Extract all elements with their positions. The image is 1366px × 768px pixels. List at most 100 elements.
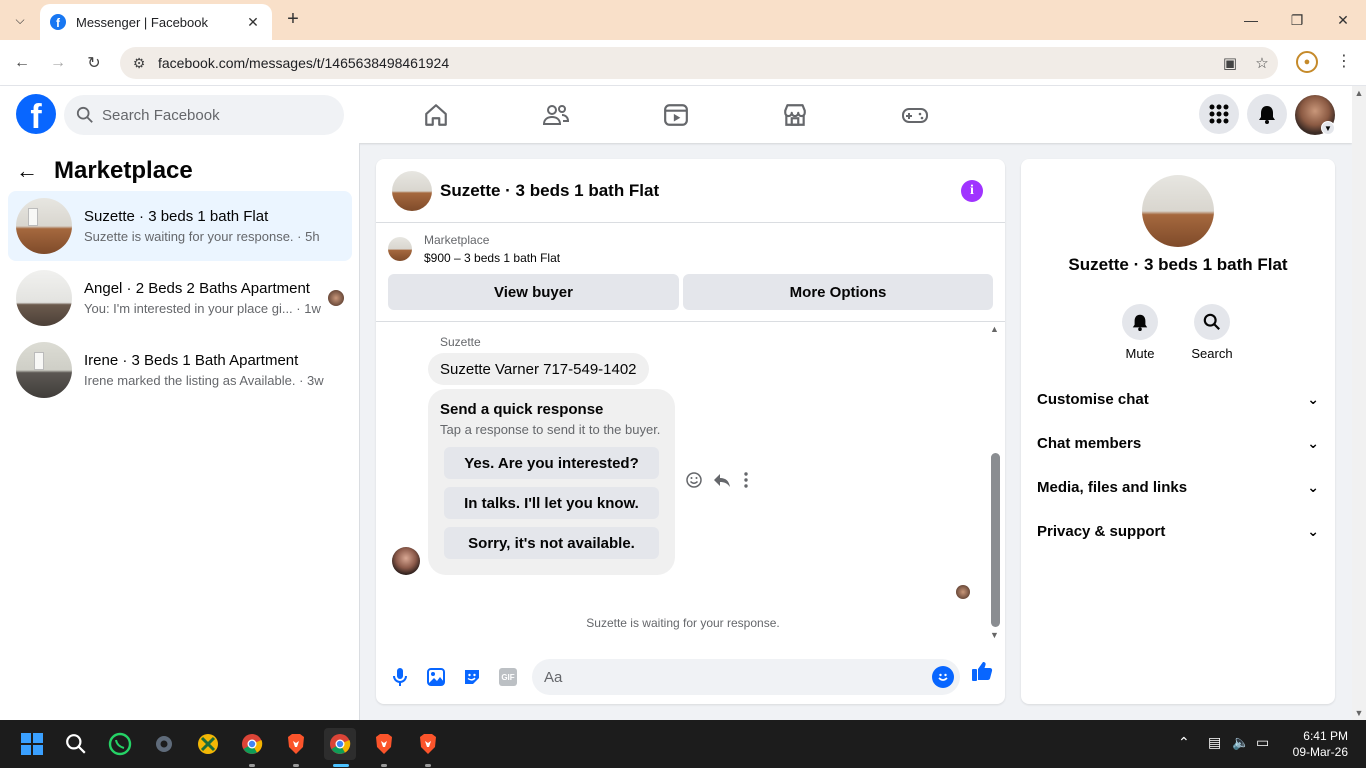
listing-thumbnail (388, 237, 412, 261)
chat-avatar[interactable] (392, 170, 432, 211)
more-vertical-icon[interactable] (741, 471, 751, 489)
quick-reply-button[interactable]: Sorry, it's not available. (444, 527, 659, 559)
scroll-down-arrow-icon[interactable]: ▼ (990, 630, 999, 640)
conversation-item[interactable]: Suzette · 3 beds 1 bath Flat Suzette is … (8, 191, 352, 261)
notifications-button[interactable] (1247, 94, 1287, 134)
brave-taskbar-icon[interactable] (368, 728, 400, 760)
reply-icon[interactable] (713, 471, 731, 489)
quick-response-title: Send a quick response (440, 401, 604, 418)
install-app-icon[interactable]: ▣ (1214, 54, 1246, 72)
site-info-icon[interactable]: ⚙ (120, 55, 158, 72)
gif-icon: GIF (499, 668, 517, 686)
chat-scrollbar[interactable] (991, 453, 1000, 627)
settings-taskbar-icon[interactable] (148, 728, 180, 760)
listing-summary[interactable]: Marketplace $900 – 3 beds 1 bath Flat (388, 233, 560, 265)
view-buyer-button[interactable]: View buyer (388, 274, 679, 310)
chrome-taskbar-icon[interactable] (236, 728, 268, 760)
media-files-links-section[interactable]: Media, files and links ⌄ (1037, 473, 1319, 501)
search-box[interactable] (64, 95, 344, 135)
start-button[interactable] (16, 728, 48, 760)
conversation-item[interactable]: Irene · 3 Beds 1 Bath Apartment Irene ma… (8, 335, 352, 405)
brave-taskbar-icon[interactable] (412, 728, 444, 760)
chat-members-section[interactable]: Chat members ⌄ (1037, 429, 1319, 457)
status-text: Suzette is waiting for your response. (586, 616, 780, 630)
new-tab-button[interactable]: + (282, 8, 304, 32)
close-tab-icon[interactable]: ✕ (244, 14, 262, 31)
browser-tab-messenger[interactable]: f Messenger | Facebook ✕ (40, 4, 272, 40)
facebook-logo-icon[interactable]: f (16, 94, 56, 134)
search-in-chat-button[interactable]: Search (1182, 304, 1242, 361)
search-input[interactable] (102, 106, 322, 124)
search-label: Search (1191, 346, 1233, 361)
gif-button[interactable]: GIF (490, 659, 526, 695)
chat-header: Suzette · 3 beds 1 bath Flat i (376, 159, 1005, 223)
nav-friends[interactable] (526, 86, 586, 143)
scroll-up-arrow-icon[interactable]: ▲ (1352, 88, 1366, 98)
tab-search-dropdown-icon[interactable]: ⌵ (8, 8, 32, 32)
voice-clip-button[interactable] (382, 659, 418, 695)
nav-gaming[interactable] (885, 86, 945, 143)
chat-title[interactable]: Suzette · 3 beds 1 bath Flat (440, 181, 961, 201)
close-window-button[interactable]: ✕ (1320, 0, 1366, 40)
scroll-down-arrow-icon[interactable]: ▼ (1352, 708, 1366, 718)
details-name: Suzette · 3 beds 1 bath Flat (1068, 255, 1288, 274)
active-indicator (333, 764, 349, 767)
menu-button[interactable] (1199, 94, 1239, 134)
seen-avatar (328, 290, 344, 306)
bell-icon (1259, 106, 1275, 124)
nav-marketplace[interactable] (765, 86, 825, 143)
conversation-name: Angel · 2 Beds 2 Baths Apartment (84, 280, 310, 297)
message-bubble[interactable]: Suzette Varner 717-549-1402 (428, 353, 649, 385)
conversation-name: Irene · 3 Beds 1 Bath Apartment (84, 352, 299, 369)
minimize-window-button[interactable]: — (1228, 0, 1274, 40)
customise-chat-section[interactable]: Customise chat ⌄ (1037, 385, 1319, 413)
browser-menu-icon[interactable]: ⋮ (1334, 51, 1354, 75)
back-button[interactable]: ← (10, 51, 34, 75)
attach-photo-button[interactable] (418, 659, 454, 695)
restore-window-button[interactable]: ❐ (1274, 0, 1320, 40)
listing-avatar[interactable] (1142, 175, 1214, 247)
browser-profile-icon[interactable]: ● (1296, 51, 1318, 73)
mute-button[interactable]: Mute (1110, 304, 1170, 361)
info-icon[interactable]: i (961, 179, 983, 202)
quick-reply-button[interactable]: Yes. Are you interested? (444, 447, 659, 479)
tab-title: Messenger | Facebook (76, 14, 208, 30)
message-input[interactable] (544, 668, 932, 686)
taskbar-search-button[interactable] (60, 728, 92, 760)
network-icon[interactable]: ▤ (1208, 734, 1221, 751)
volume-icon[interactable]: 🔈 (1232, 734, 1249, 751)
sticker-button[interactable] (454, 659, 490, 695)
read-receipt-avatar (956, 585, 970, 599)
bookmark-star-icon[interactable]: ☆ (1246, 54, 1278, 72)
listing-thumbnail (16, 342, 72, 398)
system-clock[interactable]: 6:41 PM 09-Mar-26 (1286, 728, 1348, 760)
whatsapp-taskbar-icon[interactable] (104, 728, 136, 760)
nav-video[interactable] (646, 86, 706, 143)
conversation-item[interactable]: Angel · 2 Beds 2 Baths Apartment You: I'… (8, 263, 352, 333)
facebook-favicon-icon: f (50, 14, 66, 30)
chrome-profile-taskbar-icon[interactable] (324, 728, 356, 760)
privacy-support-section[interactable]: Privacy & support ⌄ (1037, 517, 1319, 545)
brave-taskbar-icon[interactable] (280, 728, 312, 760)
scroll-up-arrow-icon[interactable]: ▲ (990, 324, 999, 334)
nav-home[interactable] (406, 86, 466, 143)
section-label: Media, files and links (1037, 478, 1188, 496)
send-like-button[interactable] (970, 659, 994, 688)
sender-avatar[interactable] (392, 547, 420, 575)
back-arrow-icon[interactable]: ← (16, 158, 38, 184)
more-options-button[interactable]: More Options (683, 274, 993, 310)
app-taskbar-icon[interactable] (192, 728, 224, 760)
reload-button[interactable]: ↻ (82, 51, 106, 75)
message-input-wrapper[interactable] (532, 659, 960, 695)
emoji-icon[interactable] (932, 666, 954, 688)
page-scrollbar[interactable]: ▲ ▼ (1352, 86, 1366, 720)
address-bar[interactable]: ⚙ facebook.com/messages/t/14656384984619… (120, 47, 1278, 79)
battery-icon[interactable]: ▭ (1256, 734, 1269, 751)
account-dropdown-icon[interactable]: ▼ (1321, 121, 1335, 135)
show-hidden-icons-icon[interactable]: ⌃ (1178, 734, 1190, 751)
url-text[interactable]: facebook.com/messages/t/1465638498461924 (158, 55, 1214, 71)
windows-logo-icon (21, 733, 43, 755)
forward-button[interactable]: → (46, 51, 70, 75)
quick-reply-button[interactable]: In talks. I'll let you know. (444, 487, 659, 519)
react-emoji-icon[interactable] (685, 471, 703, 489)
